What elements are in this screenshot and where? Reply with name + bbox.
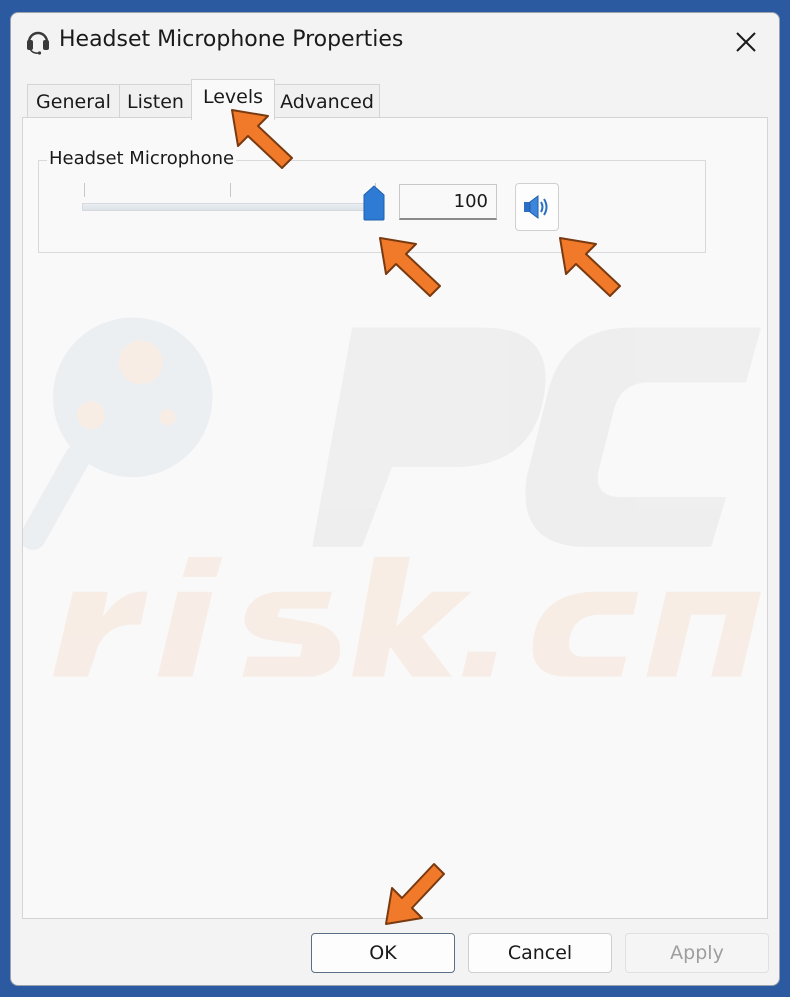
tab-general[interactable]: General [27,84,120,118]
group-label: Headset Microphone [47,148,237,169]
headset-icon [27,31,49,55]
apply-button[interactable]: Apply [625,933,769,973]
annotation-arrow-icon [231,109,293,169]
close-icon [736,32,756,52]
annotation-arrow-icon [379,237,441,297]
annotation-arrow-icon [559,237,621,297]
window-title: Headset Microphone Properties [59,27,404,52]
cancel-button[interactable]: Cancel [468,933,612,973]
tab-listen[interactable]: Listen [119,84,192,118]
annotation-arrow-icon [385,863,445,925]
properties-dialog: Headset Microphone Properties General Li… [10,12,780,986]
level-value-input[interactable] [399,184,497,220]
mute-button[interactable] [515,183,559,231]
level-slider-thumb[interactable] [363,185,385,221]
slider-tick [84,183,85,197]
slider-tick [230,183,231,197]
title-bar: Headset Microphone Properties [11,13,779,71]
close-button[interactable] [717,19,775,65]
ok-button[interactable]: OK [311,933,455,973]
speaker-icon [524,195,548,219]
level-slider-track[interactable] [82,203,374,211]
